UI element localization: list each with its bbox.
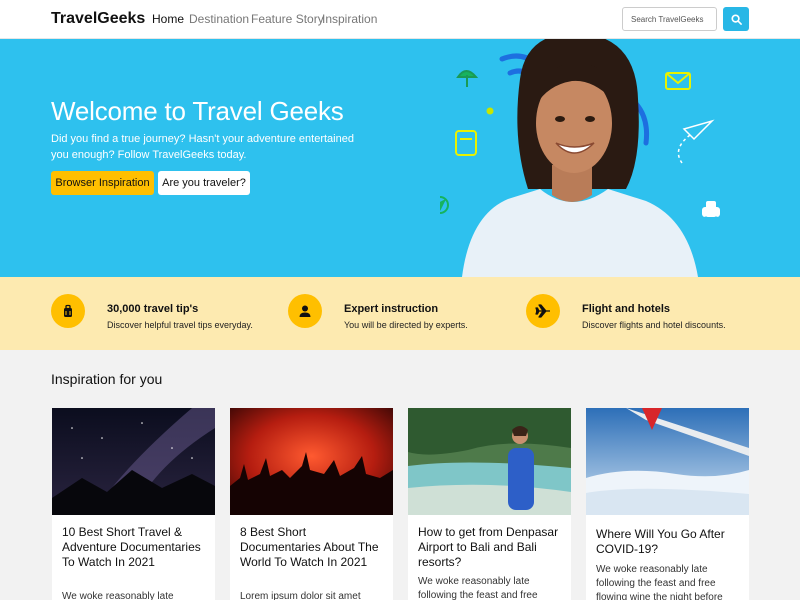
card-title[interactable]: 10 Best Short Travel & Adventure Documen… xyxy=(62,525,207,570)
section-title: Inspiration for you xyxy=(51,371,163,387)
card-excerpt: Lorem ipsum dolor sit amet xyxy=(240,591,361,600)
search-input[interactable] xyxy=(622,7,717,31)
nav-link-feature-story[interactable]: Feature Story xyxy=(251,12,324,26)
features-bar: 30,000 travel tip's Discover helpful tra… xyxy=(0,277,800,350)
feature-title: 30,000 travel tip's xyxy=(107,303,199,315)
card-excerpt: We woke reasonably late xyxy=(62,591,174,600)
inspiration-card[interactable]: Where Will You Go After COVID-19? We wok… xyxy=(586,408,749,600)
inspiration-card[interactable]: How to get from Denpasar Airport to Bali… xyxy=(408,408,571,600)
paper-plane-icon xyxy=(677,119,715,164)
card-image-night-sky xyxy=(52,408,215,515)
compass-icon xyxy=(440,196,449,214)
inspiration-card[interactable]: 8 Best Short Documentaries About The Wor… xyxy=(230,408,393,600)
are-you-traveler-button[interactable]: Are you traveler? xyxy=(158,171,250,195)
feature-title: Flight and hotels xyxy=(582,303,670,315)
search-icon xyxy=(730,13,742,25)
nav-link-destination[interactable]: Destination xyxy=(189,12,249,26)
backpack-icon xyxy=(455,130,477,156)
suitcase-icon xyxy=(51,294,85,328)
traveler-portrait xyxy=(462,39,698,277)
feature-title: Expert instruction xyxy=(344,303,439,315)
card-image-beach xyxy=(408,408,571,515)
nav-link-inspiration[interactable]: Inspiration xyxy=(322,12,377,26)
card-title[interactable]: Where Will You Go After COVID-19? xyxy=(596,527,741,557)
umbrella-icon xyxy=(456,70,479,87)
card-excerpt: We woke reasonably late following the fe… xyxy=(418,576,538,600)
card-image-airplane-wing xyxy=(586,408,749,515)
card-title[interactable]: 8 Best Short Documentaries About The Wor… xyxy=(240,525,385,570)
browse-inspiration-button[interactable]: Browser Inspiration xyxy=(51,171,154,195)
hero-title: Welcome to Travel Geeks xyxy=(51,96,344,126)
inspiration-card[interactable]: 10 Best Short Travel & Adventure Documen… xyxy=(52,408,215,600)
card-excerpt: We woke reasonably late following the fe… xyxy=(596,564,723,600)
card-image-concert xyxy=(230,408,393,515)
hero-illustration xyxy=(440,39,720,277)
feature-description: Discover helpful travel tips everyday. xyxy=(107,320,253,330)
airplane-icon xyxy=(526,294,560,328)
hero-subtitle: Did you find a true journey? Hasn't your… xyxy=(51,133,354,161)
mail-icon xyxy=(665,72,691,90)
navbar: TravelGeeks Home Destination Feature Sto… xyxy=(0,0,800,39)
nav-link-home[interactable]: Home xyxy=(152,12,184,26)
card-title[interactable]: How to get from Denpasar Airport to Bali… xyxy=(418,525,563,570)
hero-banner: Welcome to Travel Geeks Did you find a t… xyxy=(0,39,800,277)
feature-description: You will be directed by experts. xyxy=(344,320,468,330)
car-icon xyxy=(702,201,720,222)
feature-description: Discover flights and hotel discounts. xyxy=(582,320,726,330)
search-button[interactable] xyxy=(723,7,749,31)
person-icon xyxy=(288,294,322,328)
brand-logo[interactable]: TravelGeeks xyxy=(51,10,145,28)
